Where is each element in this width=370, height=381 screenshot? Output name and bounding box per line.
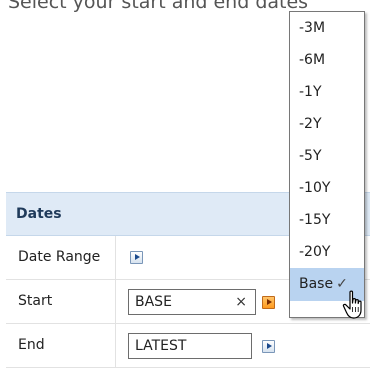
menu-item-base-label: Base (299, 276, 334, 292)
menu-item-6m[interactable]: -6M (290, 44, 364, 76)
arrow-right-icon (135, 254, 140, 260)
menu-item-20y[interactable]: -20Y (290, 236, 364, 268)
end-date-button[interactable] (262, 340, 275, 353)
menu-item-10y[interactable]: -10Y (290, 172, 364, 204)
end-row: End LATEST (6, 324, 370, 368)
start-label: Start (18, 293, 53, 309)
menu-item-15y[interactable]: -15Y (290, 204, 364, 236)
date-range-button[interactable] (130, 251, 143, 264)
arrow-right-icon (267, 299, 272, 305)
hand-cursor-icon (342, 290, 362, 319)
menu-item-3m[interactable]: -3M (290, 12, 364, 44)
start-date-input[interactable]: BASE × (128, 289, 256, 315)
clear-icon[interactable]: × (235, 290, 247, 314)
menu-item-1y[interactable]: -1Y (290, 76, 364, 108)
menu-item-2y[interactable]: -2Y (290, 108, 364, 140)
arrow-right-icon (267, 343, 272, 349)
instruction-text: Select your start and end dates (8, 0, 309, 13)
end-label: End (18, 337, 45, 353)
end-date-input[interactable]: LATEST (128, 333, 252, 359)
end-date-value: LATEST (135, 338, 187, 354)
date-dropdown-menu: -3M -6M -1Y -2Y -5Y -10Y -15Y -20Y Base ✓ (289, 11, 365, 318)
menu-item-5y[interactable]: -5Y (290, 140, 364, 172)
start-date-value: BASE (135, 294, 172, 310)
date-range-label: Date Range (18, 249, 101, 265)
start-date-button[interactable] (262, 296, 275, 309)
